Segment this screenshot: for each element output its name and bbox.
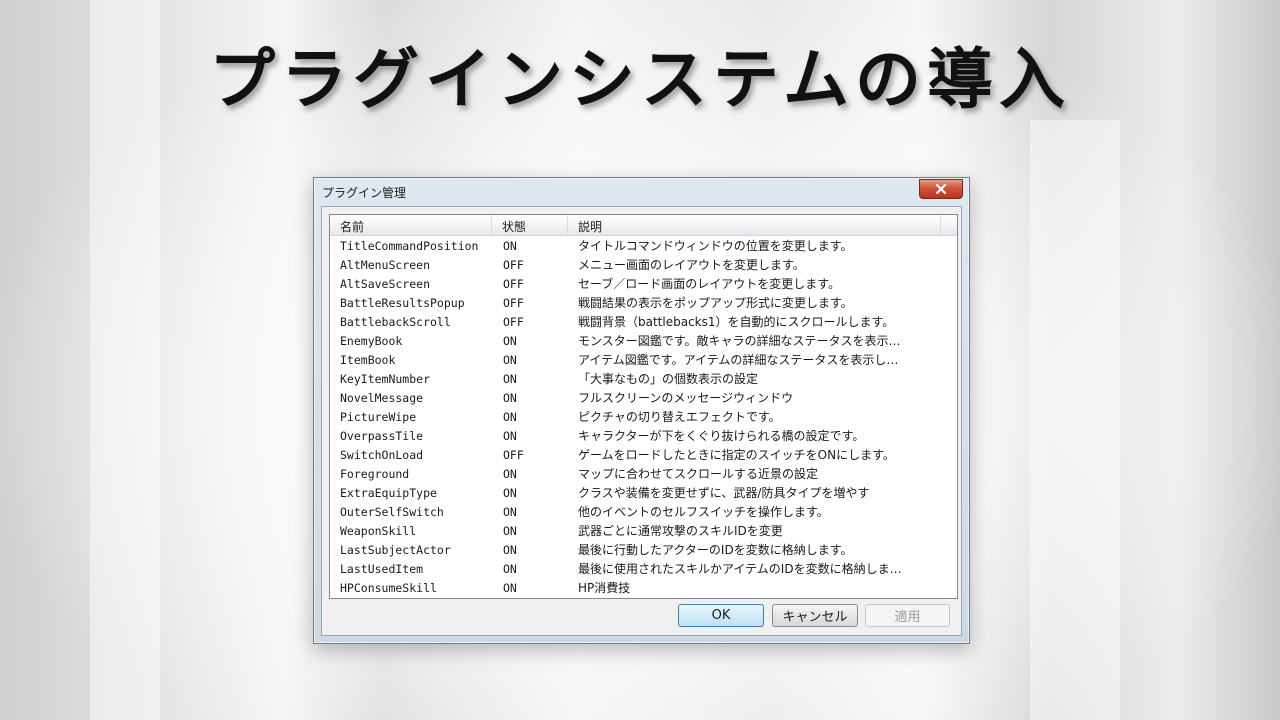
plugin-name-cell: OuterSelfSwitch [340,504,444,519]
plugin-name-cell: AltMenuScreen [340,257,431,272]
table-row[interactable]: KeyItemNumber ON 「大事なもの」の個数表示の設定 [330,369,957,388]
table-row[interactable]: AltMenuScreen OFF メニュー画面のレイアウトを変更します。 [330,255,957,274]
plugin-description-cell: フルスクリーンのメッセージウィンドウ [578,391,794,405]
page-headline: プラグインシステムの導入 [208,40,1072,118]
plugin-description-cell: マップに合わせてスクロールする近景の設定 [578,467,819,481]
plugin-status-cell: ON [503,371,517,386]
table-row[interactable]: Foreground ON マップに合わせてスクロールする近景の設定 [330,464,957,483]
plugin-name-cell: OverpassTile [340,428,424,443]
plugin-name-cell: Foreground [340,466,410,481]
plugin-status-cell: ON [503,333,517,348]
plugin-list-rows: TitleCommandPosition ON タイトルコマンドウィンドウの位置を変… [330,236,957,597]
plugin-name-cell: LastUsedItem [340,561,424,576]
plugin-status-cell: ON [503,561,517,576]
ok-button[interactable]: OK [678,604,764,627]
table-row[interactable]: ItemBook ON アイテム図鑑です。アイテムの詳細なステータスを表示し… [330,350,957,369]
apply-button[interactable]: 適用 [865,604,950,627]
table-row[interactable]: TitleCommandPosition ON タイトルコマンドウィンドウの位置を変… [330,236,957,255]
plugin-name-cell: NovelMessage [340,390,424,405]
plugin-name-cell: PictureWipe [340,409,417,424]
close-button[interactable] [919,179,963,199]
plugin-name-cell: AltSaveScreen [340,276,431,291]
plugin-status-cell: ON [503,409,517,424]
plugin-status-cell: OFF [503,447,524,462]
plugin-description-cell: 戦闘背景（battlebacks1）を自動的にスクロールします。 [578,315,895,329]
table-row[interactable]: SwitchOnLoad OFF ゲームをロードしたときに指定のスイッチをONにしま… [330,445,957,464]
plugin-name-cell: BattleResultsPopup [340,295,465,310]
plugin-description-cell: ピクチャの切り替えエフェクトです。 [578,410,781,424]
plugin-name-cell: KeyItemNumber [340,371,431,386]
plugin-name-cell: LastSubjectActor [340,542,451,557]
plugin-name-cell: EnemyBook [340,333,403,348]
plugin-status-cell: ON [503,504,517,519]
table-row[interactable]: OverpassTile ON キャラクターが下をくぐり抜けられる橋の設定です。 [330,426,957,445]
window-titlebar[interactable]: プラグイン管理 [314,178,969,204]
table-row[interactable]: ExtraEquipType ON クラスや装備を変更せずに、武器/防具タイプを増や… [330,483,957,502]
plugin-description-cell: 最後に使用されたスキルかアイテムのIDを変数に格納しま… [578,562,902,576]
plugin-status-cell: OFF [503,276,524,291]
window-client-area: 名前 状態 説明 TitleCommandPosition ON タイトルコマンドウ… [321,206,962,636]
plugin-description-cell: セーブ／ロード画面のレイアウトを変更します。 [578,277,841,291]
column-header-name[interactable]: 名前 [330,215,492,235]
plugin-name-cell: SwitchOnLoad [340,447,424,462]
table-row[interactable]: OuterSelfSwitch ON 他のイベントのセルフスイッチを操作します。 [330,502,957,521]
plugin-name-cell: ExtraEquipType [340,485,437,500]
plugin-description-cell: タイトルコマンドウィンドウの位置を変更します。 [578,239,853,253]
plugin-description-cell: キャラクターが下をくぐり抜けられる橋の設定です。 [578,429,865,443]
plugin-list-header: 名前 状態 説明 [330,215,957,236]
plugin-status-cell: OFF [503,295,524,310]
column-header-description[interactable]: 説明 [568,215,941,235]
plugin-status-cell: ON [503,523,517,538]
plugin-status-cell: ON [503,580,517,595]
plugin-status-cell: ON [503,390,517,405]
plugin-description-cell: HP消費技 [578,581,631,595]
cancel-button[interactable]: キャンセル [772,604,858,627]
plugin-description-cell: アイテム図鑑です。アイテムの詳細なステータスを表示し… [578,353,899,367]
column-header-filler [941,215,957,235]
table-row[interactable]: EnemyBook ON モンスター図鑑です。敵キャラの詳細なステータスを表示… [330,331,957,350]
plugin-status-cell: ON [503,352,517,367]
table-row[interactable]: PictureWipe ON ピクチャの切り替えエフェクトです。 [330,407,957,426]
plugin-description-cell: モンスター図鑑です。敵キャラの詳細なステータスを表示… [578,334,901,348]
plugin-status-cell: ON [503,485,517,500]
plugin-description-cell: ゲームをロードしたときに指定のスイッチをONにします。 [578,448,895,462]
table-row[interactable]: BattleResultsPopup OFF 戦闘結果の表示をポップアップ形式に変更… [330,293,957,312]
plugin-description-cell: 武器ごとに通常攻撃のスキルIDを変更 [578,524,783,538]
plugin-status-cell: OFF [503,314,524,329]
table-row[interactable]: WeaponSkill ON 武器ごとに通常攻撃のスキルIDを変更 [330,521,957,540]
plugin-status-cell: ON [503,466,517,481]
plugin-name-cell: TitleCommandPosition [340,238,479,253]
table-row[interactable]: AltSaveScreen OFF セーブ／ロード画面のレイアウトを変更します。 [330,274,957,293]
plugin-status-cell: ON [503,428,517,443]
plugin-name-cell: ItemBook [340,352,396,367]
plugin-description-cell: 他のイベントのセルフスイッチを操作します。 [578,505,829,519]
plugin-status-cell: ON [503,238,517,253]
plugin-description-cell: メニュー画面のレイアウトを変更します。 [578,258,805,272]
table-row[interactable]: HPConsumeSkill ON HP消費技 [330,578,957,597]
plugin-description-cell: 「大事なもの」の個数表示の設定 [578,372,759,386]
plugin-status-cell: OFF [503,257,524,272]
plugin-name-cell: BattlebackScroll [340,314,451,329]
plugin-description-cell: 戦闘結果の表示をポップアップ形式に変更します。 [578,296,853,310]
plugin-status-cell: ON [503,542,517,557]
table-row[interactable]: LastUsedItem ON 最後に使用されたスキルかアイテムのIDを変数に格納し… [330,559,957,578]
table-row[interactable]: BattlebackScroll OFF 戦闘背景（battlebacks1）を自動… [330,312,957,331]
table-row[interactable]: NovelMessage ON フルスクリーンのメッセージウィンドウ [330,388,957,407]
plugin-name-cell: WeaponSkill [340,523,417,538]
plugin-name-cell: HPConsumeSkill [340,580,437,595]
plugin-description-cell: 最後に行動したアクターのIDを変数に格納します。 [578,543,853,557]
close-x-icon [935,184,947,194]
plugin-description-cell: クラスや装備を変更せずに、武器/防具タイプを増やす [578,486,870,500]
table-row[interactable]: LastSubjectActor ON 最後に行動したアクターのIDを変数に格納しま… [330,540,957,559]
column-header-status[interactable]: 状態 [492,215,568,235]
background-pillar [1030,120,1120,720]
plugin-manager-window: プラグイン管理 名前 状態 説明 TitleCommandPosition ON タ… [313,177,970,644]
window-title: プラグイン管理 [322,186,407,200]
plugin-list[interactable]: 名前 状態 説明 TitleCommandPosition ON タイトルコマンドウ… [329,214,958,599]
